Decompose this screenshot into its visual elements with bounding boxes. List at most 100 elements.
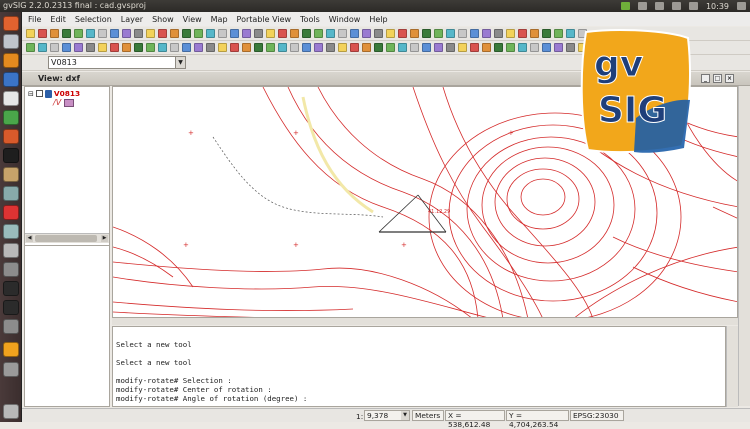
toc-layer-row[interactable]: ⊟ V0813	[28, 89, 80, 98]
maximize-icon[interactable]: □	[713, 74, 722, 83]
menu-view[interactable]: View	[183, 15, 202, 24]
zoom-out-icon[interactable]	[206, 43, 215, 52]
delete-icon[interactable]	[422, 29, 431, 38]
zoom-in-icon[interactable]	[554, 43, 563, 52]
open-icon[interactable]	[518, 29, 527, 38]
open-icon[interactable]	[398, 29, 407, 38]
minimize-icon[interactable]: _	[701, 74, 710, 83]
new-icon[interactable]	[146, 43, 155, 52]
clock[interactable]: 10:39	[706, 2, 729, 11]
map-vertical-scrollbar[interactable]	[738, 86, 750, 406]
new-icon[interactable]	[146, 29, 155, 38]
open-icon[interactable]	[518, 43, 527, 52]
overview-map[interactable]	[24, 245, 110, 407]
select-icon[interactable]	[350, 43, 359, 52]
zoom-in-icon[interactable]	[554, 29, 563, 38]
measure-icon[interactable]	[374, 29, 383, 38]
gvsig-icon[interactable]	[3, 342, 19, 357]
settings-icon[interactable]	[3, 224, 19, 239]
measure-icon[interactable]	[254, 29, 263, 38]
zoom-in-icon[interactable]	[74, 29, 83, 38]
open-icon[interactable]	[278, 29, 287, 38]
layer-name[interactable]: V0813	[54, 89, 80, 98]
console-scrollbar[interactable]	[726, 326, 738, 407]
close-icon[interactable]: ×	[725, 74, 734, 83]
power-icon[interactable]	[737, 2, 746, 10]
expand-icon[interactable]: ⊟	[28, 90, 34, 98]
zoom-out-icon[interactable]	[446, 29, 455, 38]
pan-icon[interactable]	[338, 43, 347, 52]
pan-icon[interactable]	[98, 43, 107, 52]
save-icon[interactable]	[170, 29, 179, 38]
browser-icon[interactable]	[3, 72, 19, 87]
pan-icon[interactable]	[458, 29, 467, 38]
select-icon[interactable]	[470, 43, 479, 52]
save-icon[interactable]	[50, 43, 59, 52]
menu-show[interactable]: Show	[152, 15, 174, 24]
pan-icon[interactable]	[218, 29, 227, 38]
open-icon[interactable]	[158, 29, 167, 38]
save-icon[interactable]	[50, 29, 59, 38]
select-icon[interactable]	[230, 29, 239, 38]
new-icon[interactable]	[506, 43, 515, 52]
open-icon[interactable]	[38, 29, 47, 38]
files-icon[interactable]	[3, 34, 19, 49]
app-icon[interactable]	[3, 148, 19, 163]
app-icon[interactable]	[3, 243, 19, 258]
measure-icon[interactable]	[254, 43, 263, 52]
scroll-left-icon[interactable]: ◀	[26, 235, 33, 242]
menu-edit[interactable]: Edit	[50, 15, 66, 24]
zoom-in-icon[interactable]	[314, 43, 323, 52]
new-icon[interactable]	[26, 43, 35, 52]
menu-selection[interactable]: Selection	[75, 15, 112, 24]
save-icon[interactable]	[410, 43, 419, 52]
select-icon[interactable]	[470, 29, 479, 38]
new-icon[interactable]	[26, 29, 35, 38]
calc-icon[interactable]	[3, 110, 19, 125]
update-icon[interactable]	[620, 2, 630, 10]
zoom-in-icon[interactable]	[434, 29, 443, 38]
network-icon[interactable]	[654, 2, 664, 10]
delete-icon[interactable]	[62, 29, 71, 38]
volume-icon[interactable]	[688, 2, 698, 10]
firefox-icon[interactable]	[3, 53, 19, 68]
scroll-thumb[interactable]	[35, 235, 97, 242]
scale-combo[interactable]: 9,378 ▼	[364, 410, 410, 421]
zoom-out-icon[interactable]	[566, 29, 575, 38]
software-center-icon[interactable]	[3, 167, 19, 182]
delete-icon[interactable]	[422, 43, 431, 52]
visibility-checkbox[interactable]	[35, 90, 43, 97]
save-icon[interactable]	[290, 29, 299, 38]
app-icon[interactable]	[3, 362, 19, 377]
delete-icon[interactable]	[542, 43, 551, 52]
delete-icon[interactable]	[302, 29, 311, 38]
save-icon[interactable]	[410, 29, 419, 38]
pan-icon[interactable]	[458, 43, 467, 52]
zoom-out-icon[interactable]	[446, 43, 455, 52]
dash-icon[interactable]	[3, 16, 19, 31]
delete-icon[interactable]	[302, 43, 311, 52]
new-icon[interactable]	[266, 43, 275, 52]
chevron-down-icon[interactable]: ▼	[401, 411, 409, 420]
info-icon[interactable]	[482, 29, 491, 38]
cad-console[interactable]: Select a new tool Select a new tool modi…	[112, 326, 726, 407]
pan-icon[interactable]	[98, 29, 107, 38]
toc-horizontal-scrollbar[interactable]: ◀ ▶	[25, 233, 109, 243]
zoom-in-icon[interactable]	[434, 43, 443, 52]
open-icon[interactable]	[278, 43, 287, 52]
select-icon[interactable]	[230, 43, 239, 52]
info-icon[interactable]	[362, 43, 371, 52]
delete-icon[interactable]	[542, 29, 551, 38]
measure-icon[interactable]	[374, 43, 383, 52]
zoom-out-icon[interactable]	[86, 43, 95, 52]
new-icon[interactable]	[386, 29, 395, 38]
menu-help[interactable]: Help	[369, 15, 387, 24]
delete-icon[interactable]	[182, 29, 191, 38]
zoom-out-icon[interactable]	[86, 29, 95, 38]
zoom-in-icon[interactable]	[194, 43, 203, 52]
menu-map[interactable]: Map	[211, 15, 228, 24]
open-icon[interactable]	[158, 43, 167, 52]
app-icon[interactable]	[3, 205, 19, 220]
info-icon[interactable]	[362, 29, 371, 38]
trash-icon[interactable]	[3, 404, 19, 419]
